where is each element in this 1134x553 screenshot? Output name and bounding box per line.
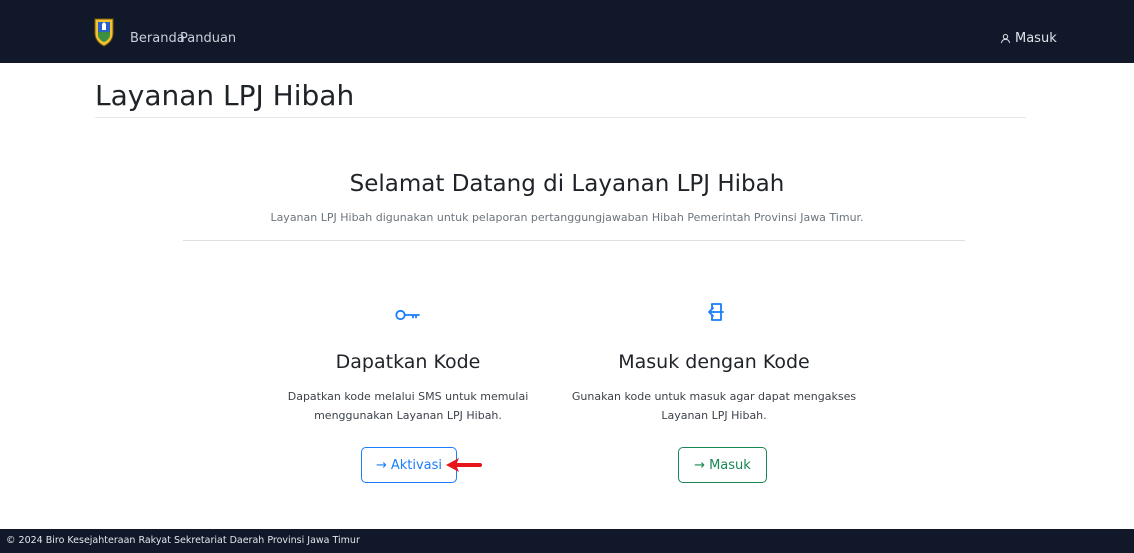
- get-code-description-line2: menggunakan Layanan LPJ Hibah.: [314, 409, 502, 422]
- activation-button-label: Aktivasi: [390, 457, 443, 473]
- welcome-subtitle: Layanan LPJ Hibah digunakan untuk pelapo…: [270, 211, 864, 224]
- user-icon: [1000, 33, 1011, 44]
- nav-guide-link[interactable]: Panduan: [180, 31, 236, 46]
- nav-home-link[interactable]: Beranda: [130, 31, 185, 46]
- get-code-description-line1: Dapatkan kode melalui SMS untuk memulai: [287, 390, 529, 403]
- get-code-card: Dapatkan Kode Dapatkan kode melalui SMS …: [248, 300, 568, 425]
- login-with-code-card: Masuk dengan Kode Gunakan kode untuk mas…: [554, 300, 874, 425]
- login-button[interactable]: → Masuk: [678, 447, 767, 483]
- get-code-title: Dapatkan Kode: [335, 351, 481, 373]
- key-icon: [395, 309, 420, 321]
- page-title: Layanan LPJ Hibah: [95, 79, 355, 112]
- welcome-divider: [183, 240, 965, 241]
- activation-button[interactable]: → Aktivasi: [361, 447, 457, 483]
- arrow-right-icon: →: [375, 457, 387, 473]
- get-code-description: Dapatkan kode melalui SMS untuk memulai …: [248, 387, 568, 425]
- login-with-code-description: Gunakan kode untuk masuk agar dapat meng…: [554, 387, 874, 425]
- footer-copyright: © 2024 Biro Kesejahteraan Rakyat Sekreta…: [6, 535, 360, 546]
- province-crest-icon[interactable]: [93, 17, 115, 47]
- login-button-label: Masuk: [709, 457, 751, 473]
- top-navbar: Beranda Panduan Masuk: [0, 0, 1134, 63]
- arrow-right-icon: →: [694, 457, 706, 473]
- login-with-code-title: Masuk dengan Kode: [618, 351, 810, 373]
- red-pointer-arrow-icon: [446, 458, 482, 472]
- login-with-code-description-line1: Gunakan kode untuk masuk agar dapat meng…: [571, 390, 857, 403]
- welcome-title: Selamat Datang di Layanan LPJ Hibah: [349, 171, 785, 197]
- login-label: Masuk: [1015, 31, 1057, 46]
- title-divider: [95, 117, 1026, 118]
- sign-in-icon: [708, 303, 724, 321]
- footer: © 2024 Biro Kesejahteraan Rakyat Sekreta…: [0, 529, 1134, 553]
- login-with-code-description-line2: Layanan LPJ Hibah.: [661, 409, 767, 422]
- navbar-login-link[interactable]: Masuk: [1000, 31, 1057, 46]
